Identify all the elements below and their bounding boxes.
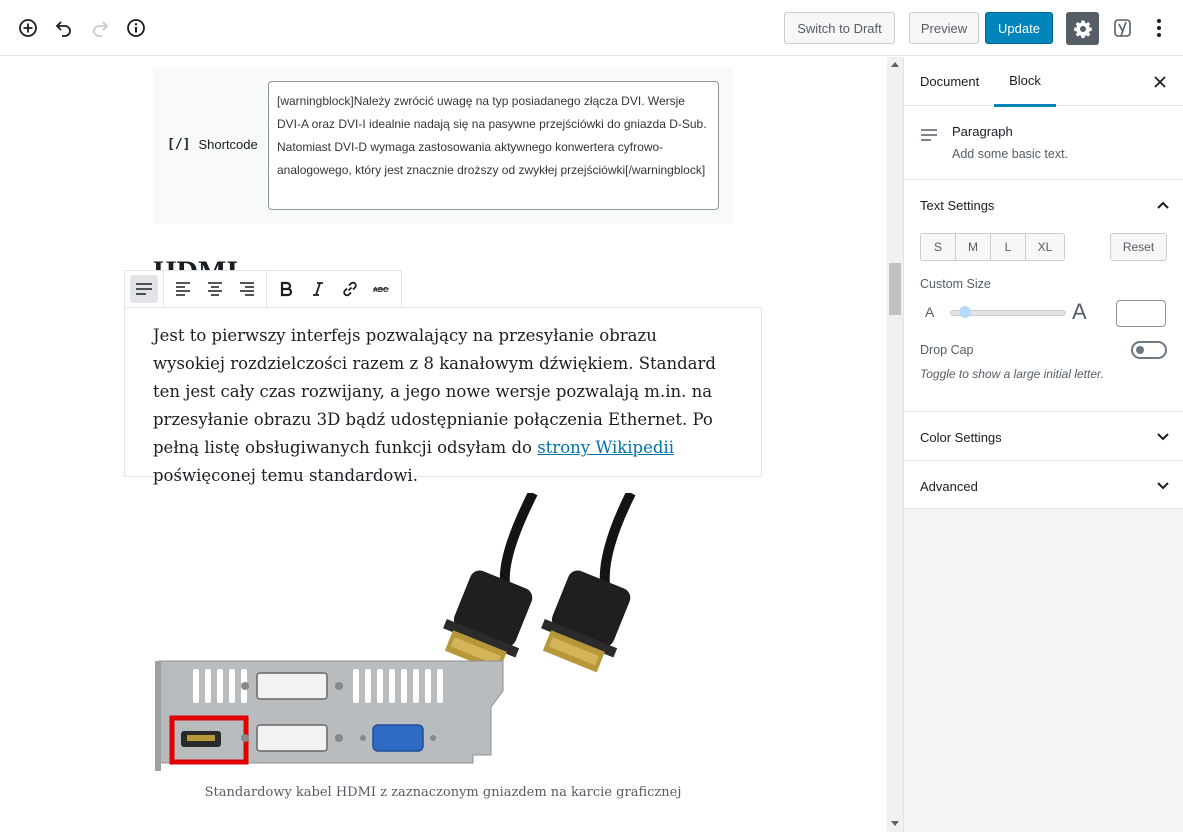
paragraph-text[interactable]: Jest to pierwszy interfejs pozwalający n…	[153, 322, 733, 490]
update-button[interactable]: Update	[985, 12, 1053, 44]
large-a-icon: A	[1072, 299, 1087, 324]
block-toolbar: ABC	[124, 270, 402, 308]
text-settings-title[interactable]: Text Settings	[920, 198, 994, 213]
shortcode-icon: [/]	[167, 137, 191, 152]
redo-icon[interactable]	[86, 14, 114, 42]
image-caption[interactable]: Standardowy kabel HDMI z zaznaczonym gni…	[153, 785, 733, 800]
info-icon[interactable]	[122, 14, 150, 42]
block-card: Paragraph Add some basic text.	[904, 106, 1183, 180]
strikethrough-icon[interactable]: ABC	[368, 275, 396, 303]
size-m-button[interactable]: M	[956, 234, 991, 260]
drop-cap-help: Toggle to show a large initial letter.	[920, 367, 1104, 381]
preview-button[interactable]: Preview	[909, 12, 979, 44]
size-l-button[interactable]: L	[991, 234, 1026, 260]
editor-header: Switch to Draft Preview Update	[0, 0, 1183, 56]
tab-block[interactable]: Block	[994, 57, 1056, 107]
gear-icon	[1073, 20, 1092, 38]
yoast-icon[interactable]	[1110, 14, 1138, 42]
custom-size-input[interactable]	[1116, 300, 1166, 327]
settings-sidebar: Document Block Paragraph Add some basic …	[903, 57, 1183, 832]
paragraph-icon	[921, 129, 937, 141]
size-s-button[interactable]: S	[921, 234, 956, 260]
chevron-down-icon[interactable]	[1156, 430, 1170, 444]
advanced-panel[interactable]: Advanced	[904, 461, 1183, 509]
chevron-down-icon[interactable]	[1156, 479, 1170, 493]
small-a-icon: A	[925, 304, 935, 320]
align-center-icon[interactable]	[201, 275, 229, 303]
sidebar-tabs: Document Block	[904, 57, 1183, 107]
custom-size-label: Custom Size	[920, 277, 991, 291]
shortcode-textarea[interactable]: [warningblock]Należy zwrócić uwagę na ty…	[268, 81, 719, 210]
color-settings-title[interactable]: Color Settings	[920, 430, 1002, 445]
undo-icon[interactable]	[50, 14, 78, 42]
bold-icon[interactable]	[272, 275, 300, 303]
image-block[interactable]	[153, 490, 733, 778]
block-name: Paragraph	[952, 124, 1013, 139]
paragraph-block[interactable]: Jest to pierwszy interfejs pozwalający n…	[124, 307, 762, 485]
shortcode-block[interactable]: [/] Shortcode [warningblock]Należy zwróc…	[153, 67, 733, 224]
reset-button[interactable]: Reset	[1110, 233, 1167, 261]
drop-cap-toggle[interactable]	[1131, 341, 1167, 359]
shortcode-label: [/] Shortcode	[167, 137, 258, 152]
tab-document[interactable]: Document	[920, 57, 979, 106]
scroll-thumb[interactable]	[889, 263, 901, 315]
editor-scrollbar[interactable]	[887, 57, 903, 832]
link-icon[interactable]	[336, 275, 364, 303]
settings-button[interactable]	[1066, 12, 1099, 45]
drop-cap-label: Drop Cap	[920, 343, 974, 357]
slider-handle[interactable]	[959, 306, 971, 318]
switch-to-draft-button[interactable]: Switch to Draft	[784, 12, 895, 44]
close-icon[interactable]	[1150, 72, 1170, 92]
chevron-up-icon[interactable]	[1156, 198, 1170, 212]
paragraph-block-icon[interactable]	[130, 275, 158, 303]
editor-canvas: [/] Shortcode [warningblock]Należy zwróc…	[0, 57, 887, 832]
italic-icon[interactable]	[304, 275, 332, 303]
svg-text:ABC: ABC	[373, 287, 388, 294]
align-left-icon[interactable]	[169, 275, 197, 303]
scroll-up-icon[interactable]	[891, 62, 899, 67]
scroll-down-icon[interactable]	[891, 821, 899, 826]
size-xl-button[interactable]: XL	[1026, 234, 1064, 260]
color-settings-panel[interactable]: Color Settings	[904, 412, 1183, 461]
block-description: Add some basic text.	[952, 147, 1069, 161]
align-right-icon[interactable]	[233, 275, 261, 303]
wikipedia-link[interactable]: strony Wikipedii	[537, 438, 674, 457]
hdmi-image	[155, 490, 636, 771]
more-options-icon[interactable]	[1145, 14, 1173, 42]
font-size-picker: S M L XL	[920, 233, 1065, 261]
advanced-title[interactable]: Advanced	[920, 479, 978, 494]
add-block-icon[interactable]	[14, 14, 42, 42]
